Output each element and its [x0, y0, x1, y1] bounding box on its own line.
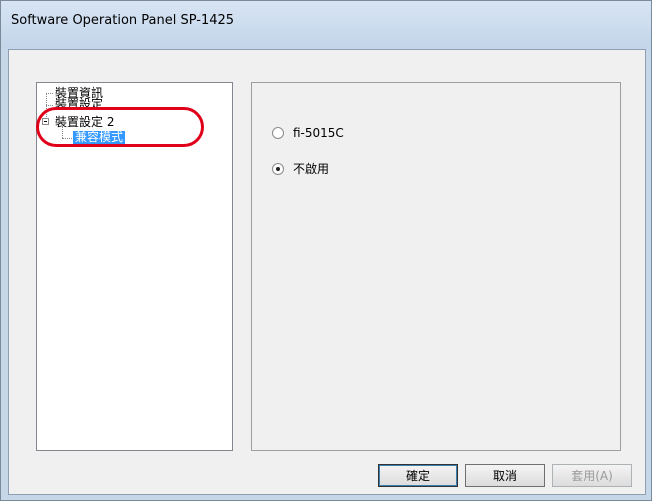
settings-panel: fi-5015C 不啟用	[251, 82, 621, 451]
option-disable[interactable]: 不啟用	[272, 160, 329, 177]
option-fi5015c[interactable]: fi-5015C	[272, 126, 344, 140]
option-label: fi-5015C	[293, 126, 344, 140]
radio-button[interactable]	[272, 127, 284, 139]
annotation-highlight	[36, 107, 204, 147]
dialog-body: 裝置資訊 裝置設定 裝置設定 2 兼容模式 fi-5015C 不啟用 確定 取消…	[8, 49, 646, 495]
apply-button[interactable]: 套用(A)	[552, 464, 632, 487]
tree-connector	[46, 93, 53, 94]
radio-button-checked[interactable]	[272, 162, 284, 175]
tree-connector	[46, 105, 53, 106]
option-label: 不啟用	[293, 162, 330, 176]
title-bar[interactable]: Software Operation Panel SP-1425	[1, 1, 651, 49]
cancel-button[interactable]: 取消	[465, 464, 545, 487]
window-title: Software Operation Panel SP-1425	[11, 13, 235, 28]
app-window: Software Operation Panel SP-1425 裝置資訊 裝置…	[0, 0, 652, 501]
ok-button[interactable]: 確定	[378, 464, 458, 487]
